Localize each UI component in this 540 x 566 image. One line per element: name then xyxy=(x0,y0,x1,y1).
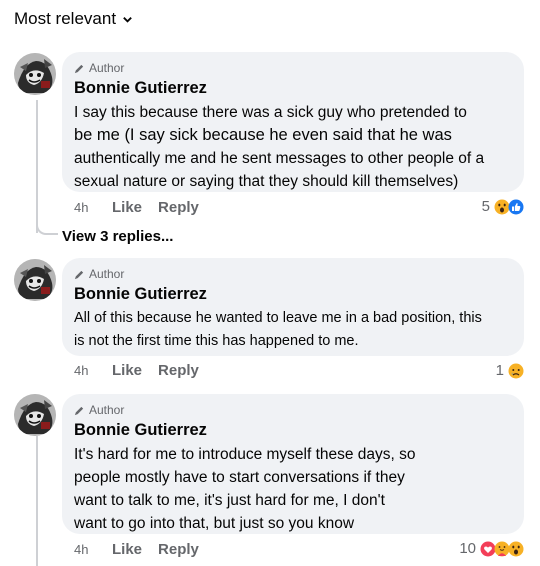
comment-bubble: Author Bonnie Gutierrez I say this becau… xyxy=(62,52,524,192)
comment-line: is not the first time this has happened … xyxy=(74,333,359,349)
comment-line: All of this because he wanted to leave m… xyxy=(74,310,482,326)
comment-bubble: Author Bonnie Gutierrez It's hard for me… xyxy=(62,394,524,534)
pencil-icon xyxy=(74,64,84,73)
commenter-name[interactable]: Bonnie Gutierrez xyxy=(74,78,512,98)
avatar[interactable] xyxy=(14,53,56,95)
reaction-summary[interactable]: 10 xyxy=(459,540,524,557)
comment-actions: 4h Like Reply xyxy=(74,541,215,558)
reply-button[interactable]: Reply xyxy=(158,199,199,216)
reaction-count: 10 xyxy=(459,540,476,557)
reaction-summary[interactable]: 5 xyxy=(482,198,524,215)
comment-bubble: Author Bonnie Gutierrez All of this beca… xyxy=(62,258,524,356)
author-badge: Author xyxy=(74,60,512,76)
comment-timestamp[interactable]: 4h xyxy=(74,363,112,378)
like-button[interactable]: Like xyxy=(112,199,142,216)
author-badge: Author xyxy=(74,402,512,418)
comment-actions: 4h Like Reply xyxy=(74,199,215,216)
chevron-down-icon xyxy=(123,16,132,23)
reaction-summary[interactable]: 1 xyxy=(496,362,524,379)
comment-line: want to talk to me, it's just hard for m… xyxy=(74,492,385,509)
author-badge: Author xyxy=(74,266,512,282)
sad-emoji-icon xyxy=(508,363,524,379)
reply-button[interactable]: Reply xyxy=(158,541,199,558)
comment-line: authentically me and he sent messages to… xyxy=(74,150,485,167)
comment-text: It's hard for me to introduce myself the… xyxy=(74,443,512,535)
reaction-count: 5 xyxy=(481,198,490,215)
comment-line: I say this because there was a sick guy … xyxy=(74,104,467,121)
comment-timestamp[interactable]: 4h xyxy=(74,542,112,557)
avatar-image xyxy=(14,53,56,95)
commenter-name[interactable]: Bonnie Gutierrez xyxy=(74,284,512,304)
avatar[interactable] xyxy=(14,259,56,301)
avatar-image xyxy=(14,394,56,436)
sort-dropdown[interactable]: Most relevant xyxy=(14,9,133,29)
author-badge-label: Author xyxy=(89,403,125,417)
comment-actions: 4h Like Reply xyxy=(74,362,215,379)
pencil-icon xyxy=(74,406,84,415)
comment-text: I say this because there was a sick guy … xyxy=(74,101,512,193)
like-button[interactable]: Like xyxy=(112,362,142,379)
comment-line: sexual nature or saying that they should… xyxy=(74,173,459,190)
comment-text: All of this because he wanted to leave m… xyxy=(74,307,512,353)
thread-line xyxy=(36,436,38,566)
comment-timestamp[interactable]: 4h xyxy=(74,200,112,215)
avatar-image xyxy=(14,259,56,301)
wow-emoji-icon xyxy=(508,541,524,557)
like-emoji-icon xyxy=(508,199,524,215)
comment-line: want to go into that, but just so you kn… xyxy=(74,515,355,532)
view-replies-link[interactable]: View 3 replies... xyxy=(62,228,173,245)
comment-line: be me (I say sick because he even said t… xyxy=(74,126,452,144)
author-badge-label: Author xyxy=(89,61,125,75)
comment-line: people mostly have to start conversation… xyxy=(74,469,405,486)
comment-line: It's hard for me to introduce myself the… xyxy=(74,446,416,463)
author-badge-label: Author xyxy=(89,267,125,281)
thread-hook xyxy=(36,221,58,235)
pencil-icon xyxy=(74,270,84,279)
like-button[interactable]: Like xyxy=(112,541,142,558)
reply-button[interactable]: Reply xyxy=(158,362,199,379)
reaction-count: 1 xyxy=(495,362,504,379)
thread-line xyxy=(36,100,38,233)
sort-label: Most relevant xyxy=(14,9,117,28)
commenter-name[interactable]: Bonnie Gutierrez xyxy=(74,420,512,440)
avatar[interactable] xyxy=(14,394,56,436)
